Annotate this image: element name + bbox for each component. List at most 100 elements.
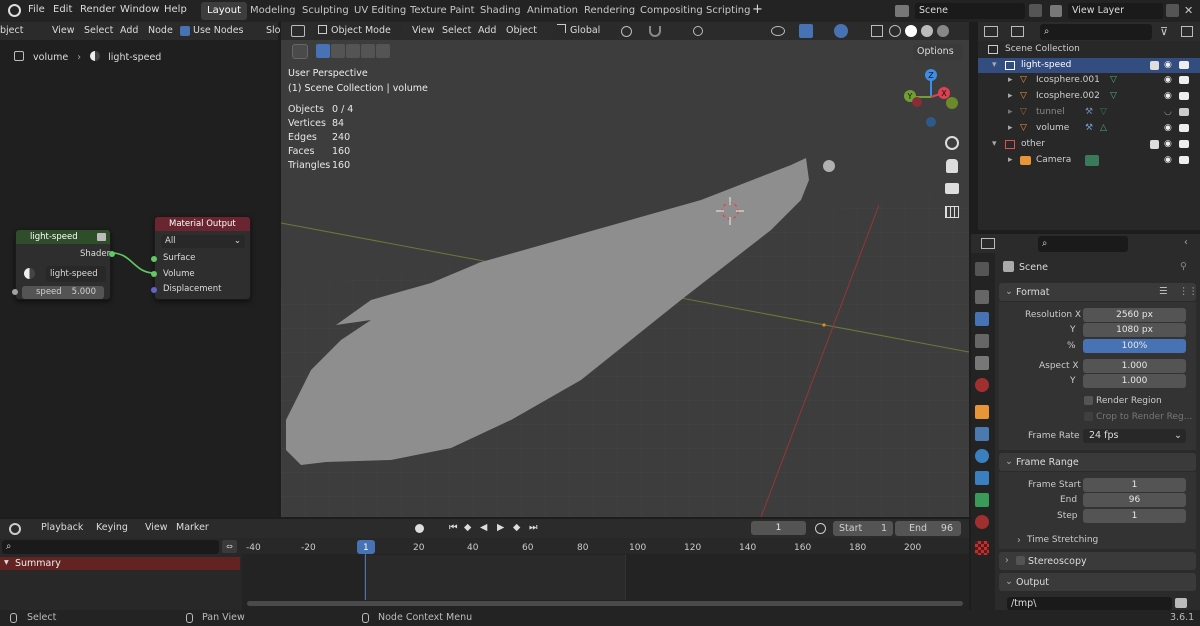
node-menu-add[interactable]: Add bbox=[120, 25, 138, 36]
visibility-eye-icon[interactable]: ◉ bbox=[1164, 153, 1172, 168]
tab-animation[interactable]: Animation bbox=[521, 2, 584, 20]
volume-socket[interactable] bbox=[151, 271, 157, 277]
expand-chevron-icon[interactable]: ▾ bbox=[992, 137, 997, 152]
aspect-x-field[interactable]: 1.000 bbox=[1083, 359, 1186, 373]
crop-region-checkbox[interactable] bbox=[1084, 412, 1093, 421]
timeline-menu-view[interactable]: View bbox=[145, 522, 168, 533]
timeline-scrollbar[interactable] bbox=[247, 601, 963, 606]
timeline-menu-keying[interactable]: Keying bbox=[96, 522, 128, 533]
group-node-light-speed[interactable]: light-speed Shader light-speed speed 5.0… bbox=[12, 229, 115, 300]
stereoscopy-panel-header[interactable]: › Stereoscopy bbox=[999, 552, 1196, 570]
surface-socket[interactable] bbox=[151, 256, 157, 262]
view-layer-copy-icon[interactable] bbox=[1166, 4, 1179, 17]
outliner-item-icosphere-002[interactable]: ▸ ▽ Icosphere.002 ▽ ◉ bbox=[978, 89, 1200, 104]
viewport-menu-object[interactable]: Object bbox=[506, 25, 537, 36]
node-menu-view[interactable]: View bbox=[52, 25, 75, 36]
timeline-menu-marker[interactable]: Marker bbox=[176, 522, 209, 533]
visibility-eye-icon[interactable]: ◉ bbox=[1164, 89, 1172, 104]
properties-editor-icon[interactable] bbox=[981, 238, 995, 249]
pan-hand-icon[interactable] bbox=[946, 159, 958, 173]
filter-icon[interactable]: ⊽ bbox=[1160, 25, 1168, 38]
rendered-shading-icon[interactable] bbox=[937, 25, 949, 37]
frame-end-field[interactable]: 96 bbox=[1083, 493, 1186, 507]
format-panel-header[interactable]: ⌄ Format ☰ ⋮⋮ bbox=[999, 283, 1198, 301]
blender-logo-icon[interactable] bbox=[8, 4, 21, 17]
breadcrumb-material[interactable]: light-speed bbox=[108, 52, 161, 63]
ortho-grid-icon[interactable] bbox=[945, 206, 959, 218]
properties-options-icon[interactable]: ‹ bbox=[1184, 237, 1188, 248]
particles-tab-icon[interactable] bbox=[975, 449, 989, 463]
tab-modeling[interactable]: Modeling bbox=[244, 2, 302, 20]
scene-selector-icon[interactable] bbox=[895, 5, 909, 17]
snap-icon[interactable] bbox=[649, 26, 661, 37]
time-stretching-subpanel[interactable]: Time Stretching bbox=[1027, 535, 1098, 545]
pivot-icon[interactable] bbox=[621, 26, 632, 37]
wireframe-shading-icon[interactable] bbox=[889, 25, 901, 37]
drag-handle-icon[interactable]: ⋮⋮ bbox=[1179, 286, 1198, 297]
tab-texture-paint[interactable]: Texture Paint bbox=[404, 2, 481, 20]
render-region-checkbox[interactable] bbox=[1084, 396, 1093, 405]
outliner-item-tunnel[interactable]: ▸ ▽ tunnel ⚒ ▽ ◡ bbox=[978, 105, 1200, 120]
render-camera-icon[interactable] bbox=[1179, 156, 1189, 164]
view-layer-icon[interactable] bbox=[1050, 5, 1062, 17]
camera-data-icon[interactable] bbox=[1085, 155, 1099, 166]
modifier-wrench-icon[interactable]: ⚒ bbox=[1085, 121, 1093, 136]
expand-arrow-icon[interactable]: ▸ bbox=[1008, 153, 1013, 168]
view-layer-remove-icon[interactable]: ✕ bbox=[1184, 4, 1197, 17]
expand-arrow-icon[interactable]: ▸ bbox=[1008, 73, 1013, 88]
end-frame-field[interactable]: End 96 bbox=[895, 521, 961, 536]
frame-rate-select[interactable]: 24 fps ⌄ bbox=[1083, 429, 1186, 443]
mesh-data-icon[interactable]: ▽ bbox=[1100, 105, 1107, 120]
menu-edit[interactable]: Edit bbox=[53, 4, 72, 15]
mesh-data-icon[interactable]: ▽ bbox=[1110, 89, 1117, 104]
tab-shading[interactable]: Shading bbox=[474, 2, 527, 20]
select-tool-icon[interactable] bbox=[292, 44, 308, 59]
stereoscopy-checkbox[interactable] bbox=[1016, 556, 1025, 565]
outliner-item-light-speed[interactable]: ▾ light-speed ◉ bbox=[978, 58, 1200, 73]
object-tab-icon[interactable] bbox=[975, 405, 989, 419]
aspect-y-field[interactable]: 1.000 bbox=[1083, 374, 1186, 388]
tab-sculpting[interactable]: Sculpting bbox=[296, 2, 355, 20]
output-tab-icon[interactable] bbox=[975, 312, 989, 326]
tab-rendering[interactable]: Rendering bbox=[578, 2, 641, 20]
expand-arrow-icon[interactable]: ▸ bbox=[1008, 121, 1013, 136]
resolution-percent-field[interactable]: 100% bbox=[1083, 339, 1186, 353]
node-menu-select[interactable]: Select bbox=[84, 25, 113, 36]
tool-tab-icon[interactable] bbox=[975, 262, 989, 276]
modifier-tab-icon[interactable] bbox=[975, 427, 989, 441]
modifier-wrench-icon[interactable]: ⚒ bbox=[1085, 105, 1093, 120]
physics-tab-icon[interactable] bbox=[975, 471, 989, 485]
play-reverse-icon[interactable]: ◀ bbox=[480, 522, 487, 533]
material-output-node[interactable]: Material Output All ⌄ Surface Volume Dis… bbox=[151, 216, 251, 300]
viewport-menu-select[interactable]: Select bbox=[442, 25, 471, 36]
speed-input-socket[interactable] bbox=[12, 289, 18, 295]
outliner-scene-collection[interactable]: Scene Collection bbox=[978, 42, 1200, 57]
breadcrumb-object[interactable]: volume bbox=[33, 52, 68, 63]
start-frame-field[interactable]: Start 1 bbox=[833, 521, 893, 536]
scene-tab-icon[interactable] bbox=[975, 356, 989, 370]
render-camera-icon[interactable] bbox=[1179, 140, 1189, 148]
mesh-data-icon[interactable]: △ bbox=[1100, 121, 1107, 136]
render-camera-icon[interactable] bbox=[1179, 61, 1189, 69]
pin-icon[interactable]: ⚲ bbox=[1180, 261, 1187, 272]
object-menu[interactable]: bject bbox=[0, 25, 23, 36]
transform-orientation-select[interactable]: Global bbox=[553, 23, 617, 39]
outliner-editor-icon[interactable] bbox=[984, 26, 998, 37]
properties-search-input[interactable]: ⌕ bbox=[1038, 236, 1128, 252]
jump-start-icon[interactable]: ⏮ bbox=[449, 522, 458, 533]
camera-view-icon[interactable] bbox=[945, 183, 959, 194]
play-icon[interactable]: ▶ bbox=[497, 522, 504, 533]
render-tab-icon[interactable] bbox=[975, 290, 989, 304]
visibility-eye-icon[interactable]: ◉ bbox=[1164, 137, 1172, 152]
xray-toggle-icon[interactable] bbox=[871, 25, 883, 37]
channel-search-input[interactable]: ⌕ bbox=[2, 540, 219, 554]
options-button[interactable]: Options bbox=[913, 44, 963, 60]
visibility-eye-icon[interactable]: ◉ bbox=[1164, 73, 1172, 88]
auto-key-record-icon[interactable] bbox=[415, 524, 424, 533]
outliner-item-icosphere-001[interactable]: ▸ ▽ Icosphere.001 ▽ ◉ bbox=[978, 73, 1200, 88]
shader-output-socket[interactable] bbox=[109, 251, 115, 257]
material-datablock-icon[interactable] bbox=[24, 268, 35, 279]
navigation-gizmo[interactable]: Z Y X bbox=[900, 66, 962, 128]
display-mode-icon[interactable] bbox=[1011, 26, 1024, 37]
view-layer-tab-icon[interactable] bbox=[975, 334, 989, 348]
